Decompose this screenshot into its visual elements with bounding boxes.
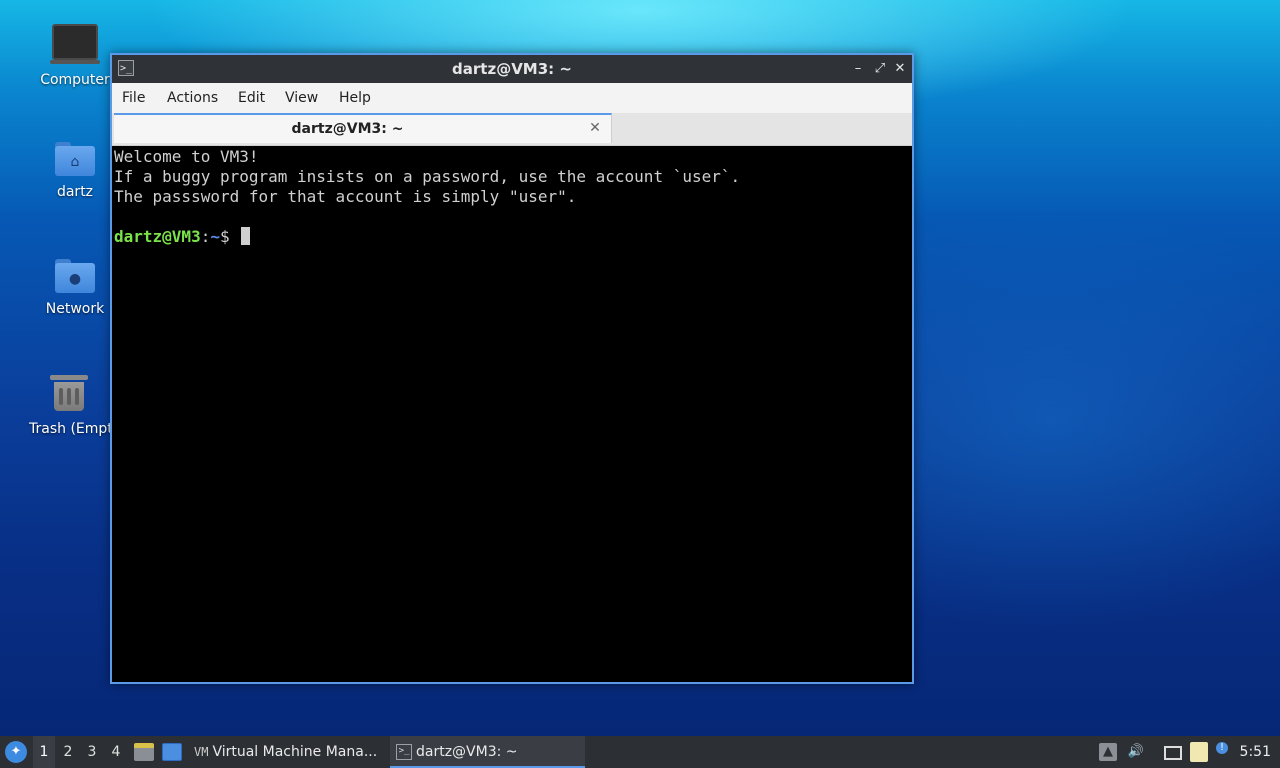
- show-desktop-icon[interactable]: [162, 743, 182, 761]
- desktop-switch-4[interactable]: 4: [105, 736, 127, 768]
- home-folder-icon: ⌂: [55, 142, 95, 176]
- desktop-icon-label: Computer: [40, 72, 110, 88]
- minimize-icon[interactable]: –: [848, 59, 868, 79]
- clock[interactable]: 5:51: [1240, 736, 1271, 768]
- text-cursor: [241, 227, 251, 245]
- desktop-icon-label: Network: [45, 301, 105, 317]
- tray-eject-icon[interactable]: ▲: [1099, 743, 1117, 761]
- file-manager-icon[interactable]: [134, 743, 154, 761]
- desktop-icon-computer[interactable]: Computer: [27, 24, 123, 88]
- terminal-line: The passsword for that account is simply…: [114, 187, 577, 206]
- desktop-icon-label: dartz: [56, 184, 94, 200]
- terminal-prompt-line: dartz@VM3:~$: [114, 227, 910, 247]
- window-title: dartz@VM3: ~: [452, 60, 572, 78]
- desktop-icon-network[interactable]: ● Network: [27, 259, 123, 317]
- terminal-app-icon: >_: [396, 744, 412, 760]
- terminal-line: If a buggy program insists on a password…: [114, 167, 741, 186]
- clipboard-icon[interactable]: [1190, 742, 1208, 762]
- maximize-icon[interactable]: ⤢: [870, 59, 890, 79]
- terminal-line: Welcome to VM3!: [114, 147, 259, 166]
- tab-label: dartz@VM3: ~: [291, 121, 404, 137]
- desktop-switch-1[interactable]: 1: [33, 736, 55, 768]
- virt-manager-icon: VM: [194, 745, 209, 759]
- taskbar: ✦ 1 2 3 4 VM Virtual Machine Mana... >_ da…: [0, 736, 1280, 768]
- task-terminal[interactable]: >_ dartz@VM3: ~: [390, 736, 585, 768]
- menu-actions[interactable]: Actions: [165, 83, 220, 113]
- menu-help[interactable]: Help: [337, 83, 373, 113]
- network-tray-icon[interactable]: [1164, 746, 1182, 760]
- desktop-icon-label: Trash (Empty): [29, 421, 111, 437]
- close-icon[interactable]: ✕: [890, 59, 910, 79]
- tab-bar: dartz@VM3: ~ ✕: [112, 113, 912, 146]
- start-menu-icon[interactable]: ✦: [5, 741, 27, 763]
- terminal-window[interactable]: >_ dartz@VM3: ~ – ⤢ ✕ File Actions Edit …: [110, 53, 914, 684]
- prompt-path: ~: [210, 227, 220, 246]
- desktop-icon-trash[interactable]: Trash (Empty): [27, 375, 111, 437]
- task-label: dartz@VM3: ~: [416, 744, 518, 760]
- notification-icon[interactable]: !: [1216, 742, 1228, 754]
- menu-file[interactable]: File: [120, 83, 147, 113]
- network-folder-icon: ●: [55, 259, 95, 293]
- trash-icon: [50, 375, 88, 411]
- desktop-icon-home-folder[interactable]: ⌂ dartz: [27, 142, 123, 200]
- window-titlebar[interactable]: >_ dartz@VM3: ~ – ⤢ ✕: [112, 55, 912, 83]
- task-virtual-machine-manager[interactable]: VM Virtual Machine Mana...: [188, 736, 384, 768]
- prompt-separator: :: [200, 227, 211, 246]
- menubar: File Actions Edit View Help: [112, 83, 912, 113]
- volume-icon[interactable]: 🔊: [1127, 743, 1145, 761]
- prompt-user: dartz@VM3: [114, 227, 201, 246]
- desktop-switch-2[interactable]: 2: [57, 736, 79, 768]
- tab-close-icon[interactable]: ✕: [585, 118, 605, 138]
- computer-icon: [50, 24, 100, 64]
- tab-terminal[interactable]: dartz@VM3: ~ ✕: [114, 113, 612, 143]
- terminal-output[interactable]: Welcome to VM3! If a buggy program insis…: [114, 147, 910, 680]
- desktop-switch-3[interactable]: 3: [81, 736, 103, 768]
- prompt-symbol: $: [219, 227, 240, 246]
- menu-view[interactable]: View: [283, 83, 320, 113]
- menu-edit[interactable]: Edit: [236, 83, 267, 113]
- task-label: Virtual Machine Mana...: [212, 744, 378, 760]
